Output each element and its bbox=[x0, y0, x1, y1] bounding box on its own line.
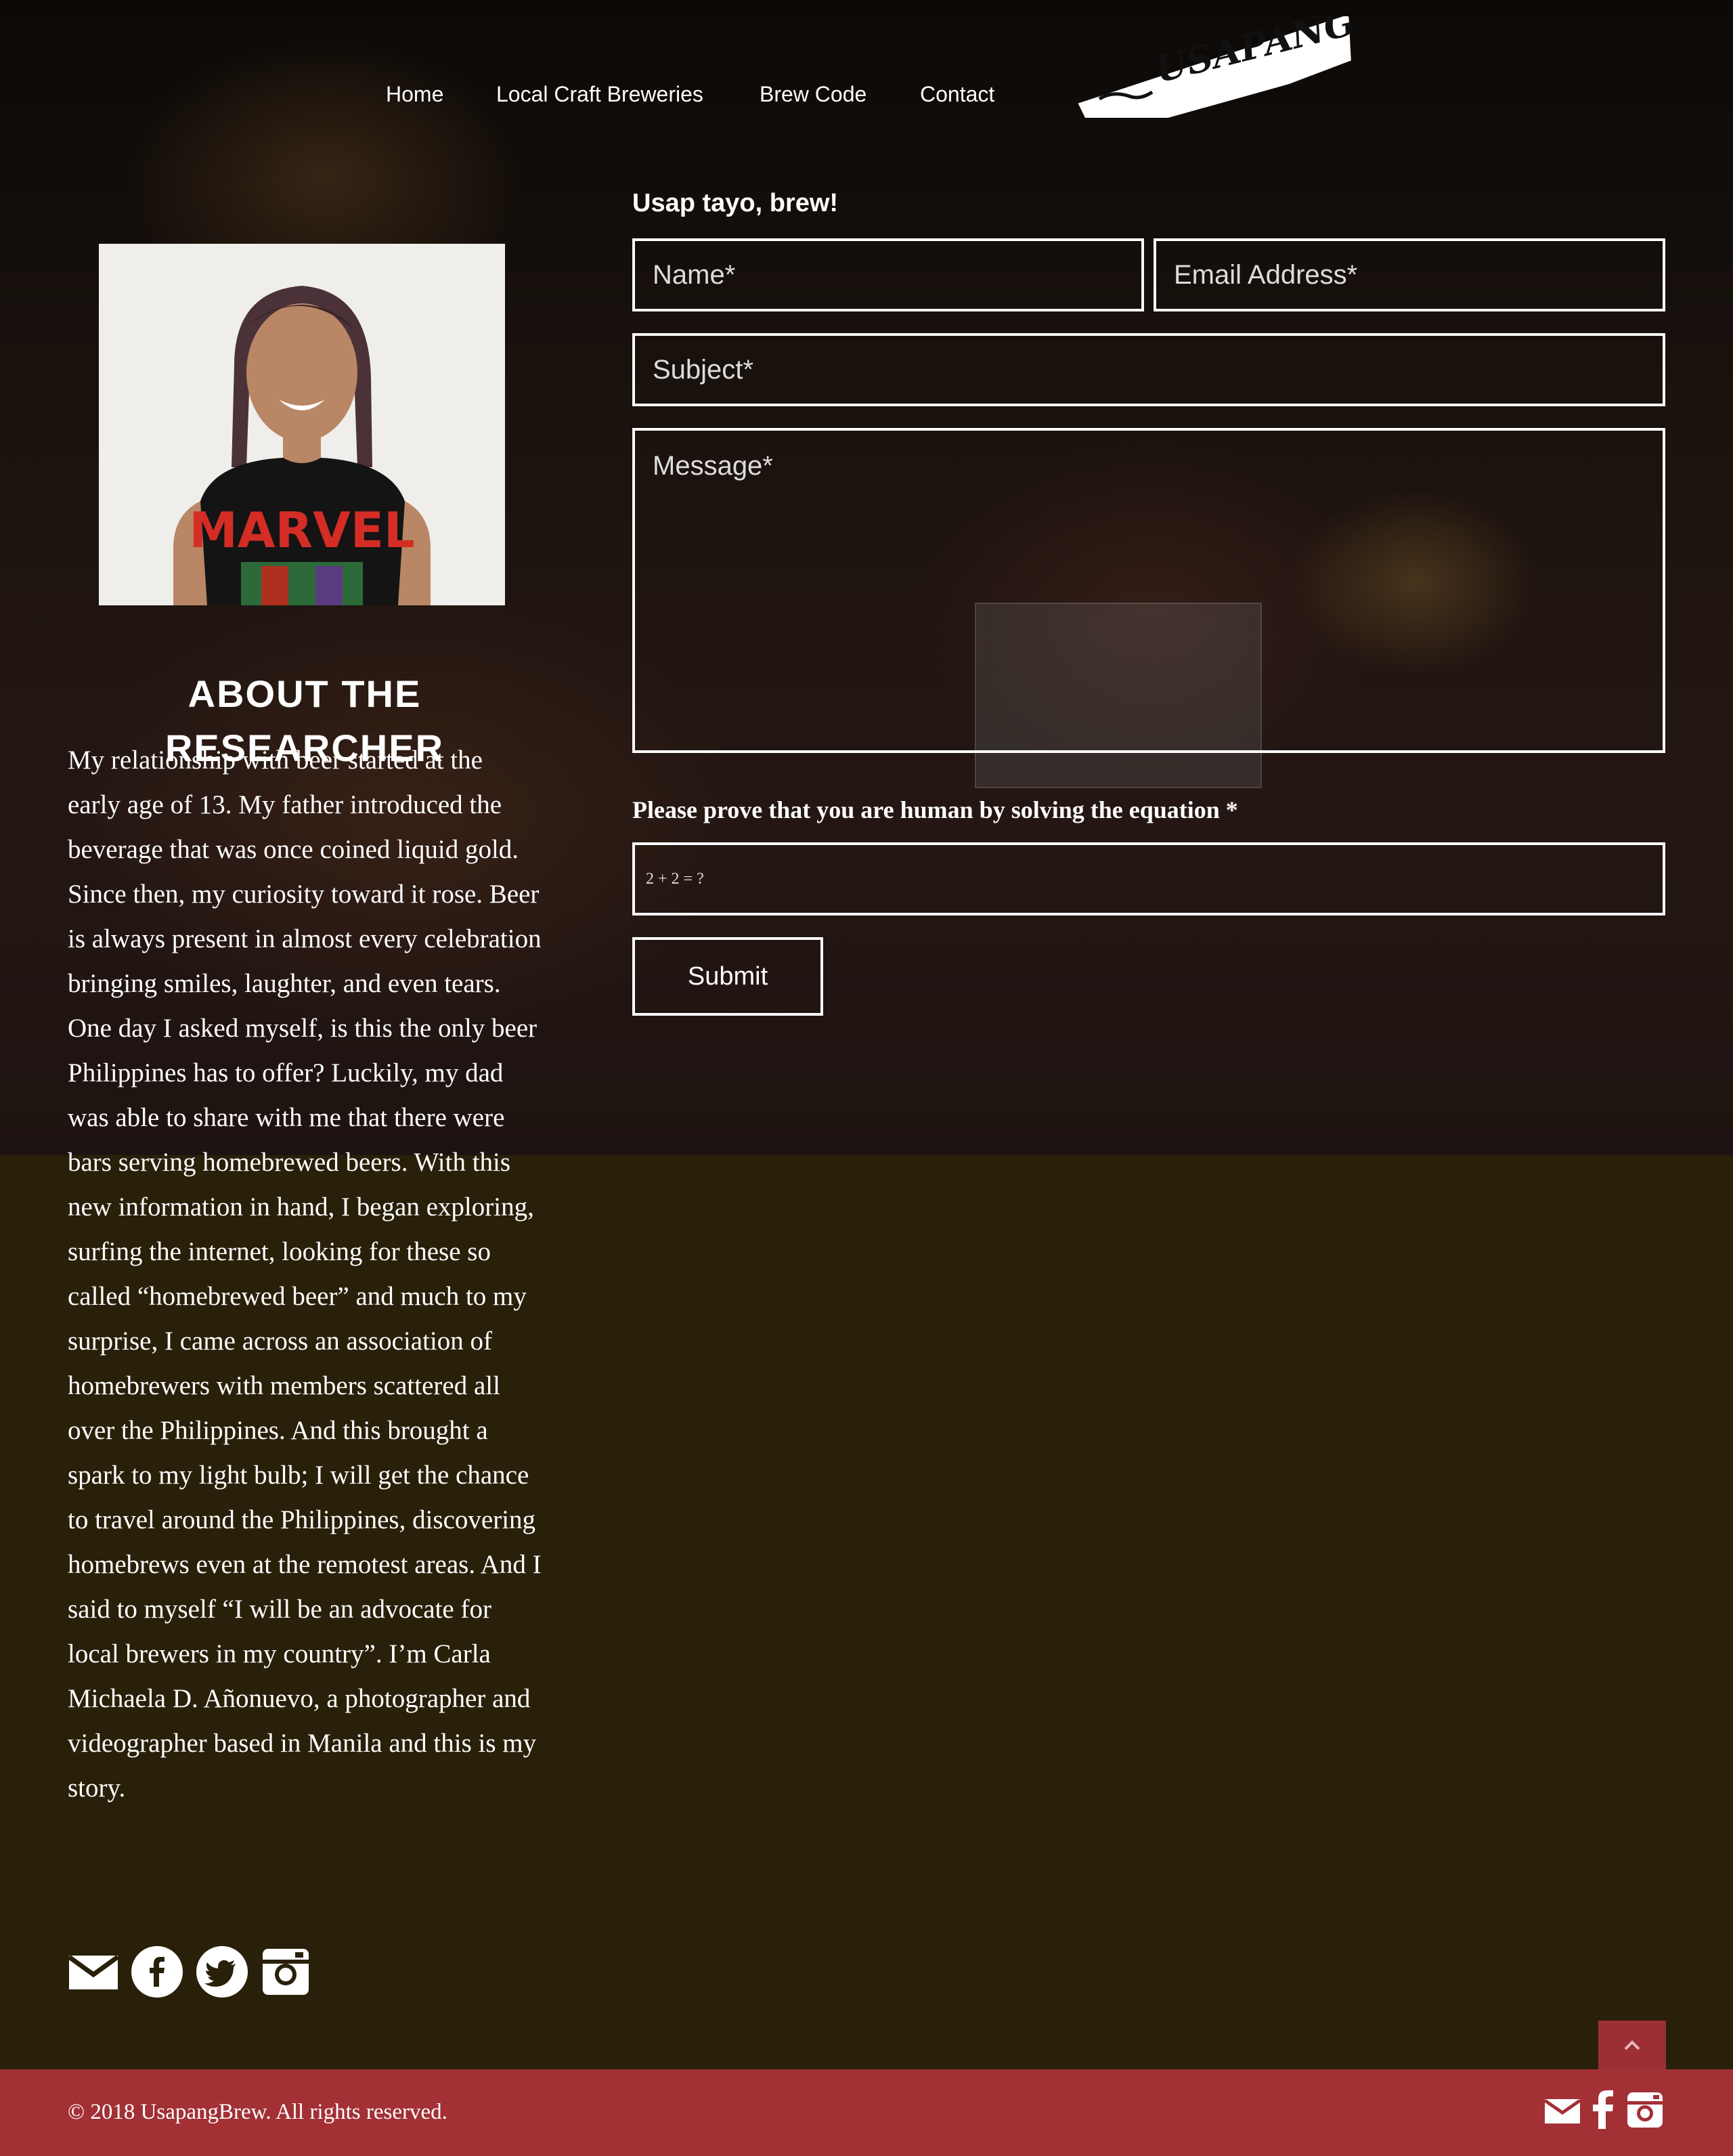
form-heading: Usap tayo, brew! bbox=[632, 189, 839, 217]
footer-instagram-icon[interactable] bbox=[1626, 2091, 1664, 2132]
logo-icon: USAPANG BREW bbox=[1078, 0, 1501, 122]
about-body: My relationship with beer started at the… bbox=[68, 746, 542, 1803]
site-logo[interactable]: USAPANG BREW bbox=[1072, 0, 1501, 122]
footer-facebook-icon[interactable] bbox=[1591, 2090, 1615, 2132]
copyright-text: © 2018 UsapangBrew. All rights reserved. bbox=[68, 2100, 447, 2124]
message-field[interactable] bbox=[632, 428, 1665, 753]
submit-button[interactable]: Submit bbox=[632, 937, 823, 1016]
chevron-up-icon bbox=[1624, 2040, 1640, 2050]
footer: © 2018 UsapangBrew. All rights reserved. bbox=[0, 2069, 1733, 2156]
captcha-label: Please prove that you are human by solvi… bbox=[632, 796, 1238, 823]
researcher-portrait: MARVEL bbox=[99, 244, 505, 605]
captcha-field[interactable] bbox=[632, 842, 1665, 915]
scroll-to-top-button[interactable] bbox=[1598, 2021, 1666, 2069]
nav-local-craft-breweries[interactable]: Local Craft Breweries bbox=[496, 76, 703, 112]
name-field[interactable] bbox=[632, 238, 1144, 311]
twitter-icon[interactable] bbox=[195, 1945, 249, 1999]
email-field[interactable] bbox=[1154, 238, 1665, 311]
footer-mail-icon[interactable] bbox=[1543, 2094, 1581, 2131]
mail-icon[interactable] bbox=[67, 1945, 122, 1999]
nav-contact[interactable]: Contact bbox=[920, 76, 994, 112]
shirt-logo: MARVEL bbox=[189, 502, 415, 559]
subject-field[interactable] bbox=[632, 333, 1665, 406]
facebook-icon[interactable] bbox=[130, 1945, 184, 1999]
nav-brew-code[interactable]: Brew Code bbox=[760, 76, 866, 112]
instagram-icon[interactable] bbox=[260, 1945, 314, 1999]
nav-home[interactable]: Home bbox=[386, 76, 443, 112]
